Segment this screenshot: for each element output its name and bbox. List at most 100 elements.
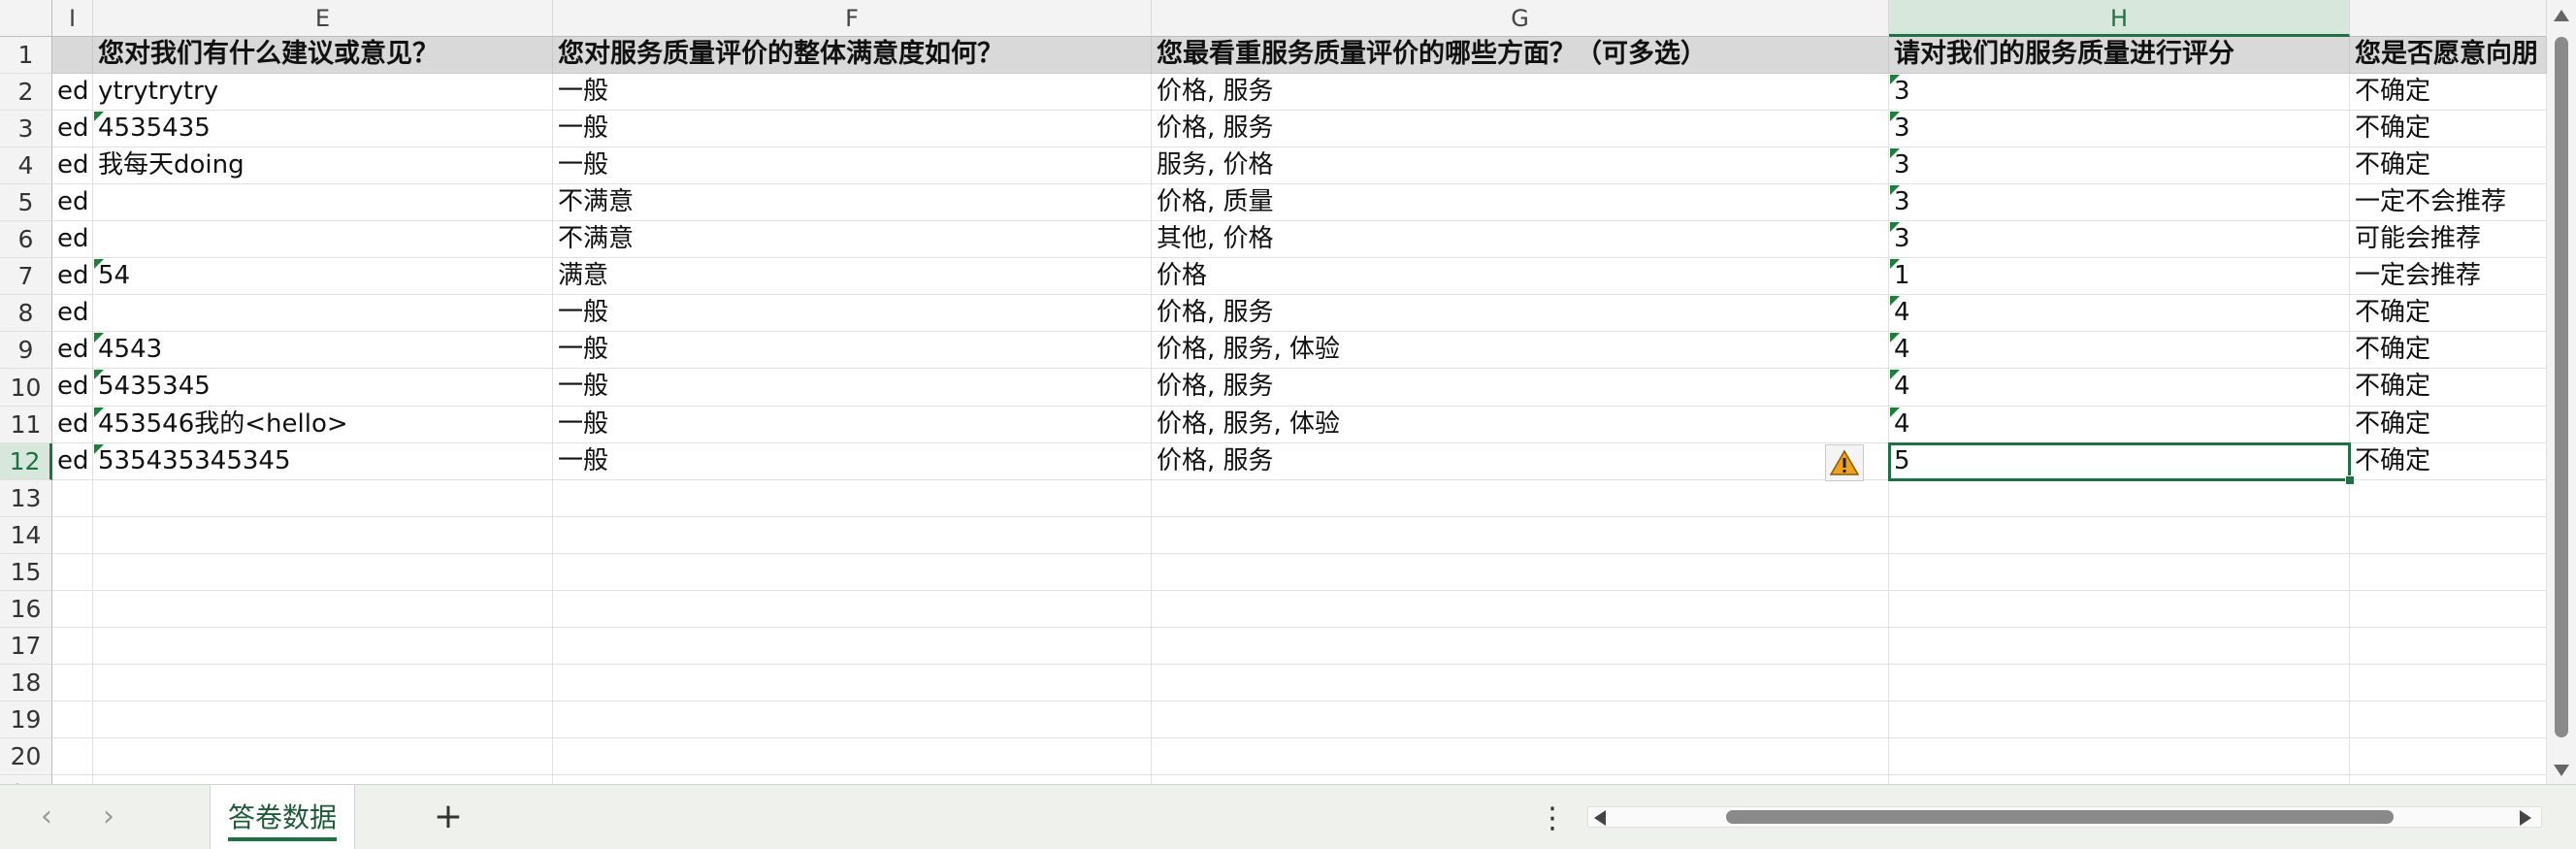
table-cell[interactable] xyxy=(1152,591,1889,628)
table-cell[interactable]: 价格 xyxy=(1152,258,1889,295)
table-cell[interactable] xyxy=(52,591,93,628)
table-cell[interactable]: 满意 xyxy=(553,258,1152,295)
table-cell[interactable]: 一定不会推荐 xyxy=(2350,184,2547,221)
table-cell[interactable]: ed xyxy=(52,258,93,295)
table-cell[interactable]: 5435345 xyxy=(93,369,553,407)
select-all-corner[interactable] xyxy=(0,0,52,37)
table-cell[interactable] xyxy=(2350,480,2547,517)
table-cell[interactable]: 不确定 xyxy=(2350,332,2547,369)
table-cell[interactable]: 453546我的<hello> xyxy=(93,407,553,443)
table-cell[interactable]: 3 xyxy=(1889,111,2350,147)
table-cell[interactable] xyxy=(93,702,553,738)
table-cell[interactable] xyxy=(2350,665,2547,702)
table-cell[interactable] xyxy=(1152,702,1889,738)
row-header[interactable]: 12 xyxy=(0,443,52,480)
column-header[interactable]: E xyxy=(93,0,553,37)
table-cell[interactable]: 我每天doing xyxy=(93,147,553,184)
table-cell[interactable] xyxy=(1152,738,1889,775)
row-header[interactable]: 4 xyxy=(0,147,52,184)
header-cell[interactable]: 您是否愿意向朋 xyxy=(2350,37,2547,74)
vertical-ellipsis-icon[interactable]: ⋮ xyxy=(1538,799,1567,837)
table-cell[interactable]: 不满意 xyxy=(553,184,1152,221)
table-cell[interactable]: ed xyxy=(52,407,93,443)
row-header[interactable]: 17 xyxy=(0,628,52,665)
table-cell[interactable]: ed xyxy=(52,74,93,111)
table-cell[interactable]: 不确定 xyxy=(2350,443,2547,480)
table-cell[interactable]: 价格, 服务 xyxy=(1152,369,1889,407)
scroll-left-icon[interactable] xyxy=(1594,810,1606,826)
table-cell[interactable]: 价格, 服务 xyxy=(1152,295,1889,332)
table-cell[interactable]: 其他, 价格 xyxy=(1152,221,1889,258)
table-cell[interactable]: ed xyxy=(52,332,93,369)
row-header[interactable]: 11 xyxy=(0,407,52,443)
table-cell[interactable] xyxy=(2350,554,2547,591)
row-header[interactable]: 9 xyxy=(0,332,52,369)
table-cell[interactable]: 54 xyxy=(93,258,553,295)
table-cell[interactable] xyxy=(1152,554,1889,591)
table-cell[interactable] xyxy=(1889,517,2350,554)
table-cell[interactable]: 一般 xyxy=(553,332,1152,369)
sheet-tab[interactable]: 答卷数据 xyxy=(210,785,355,849)
table-cell[interactable] xyxy=(553,738,1152,775)
header-cell[interactable]: 您对我们有什么建议或意见？ xyxy=(93,37,553,74)
plus-icon[interactable]: + xyxy=(427,795,470,837)
table-cell[interactable] xyxy=(1152,517,1889,554)
table-cell[interactable] xyxy=(553,517,1152,554)
header-cell[interactable]: 请对我们的服务质量进行评分 xyxy=(1889,37,2350,74)
row-header[interactable]: 14 xyxy=(0,517,52,554)
table-cell[interactable]: 一般 xyxy=(553,74,1152,111)
table-cell[interactable] xyxy=(93,517,553,554)
header-cell[interactable] xyxy=(52,37,93,74)
table-cell[interactable]: 价格, 服务 xyxy=(1152,443,1889,480)
table-cell[interactable] xyxy=(93,591,553,628)
row-header[interactable]: 10 xyxy=(0,369,52,407)
table-cell[interactable] xyxy=(553,591,1152,628)
table-cell[interactable]: 价格, 质量 xyxy=(1152,184,1889,221)
table-cell[interactable] xyxy=(2350,702,2547,738)
table-cell[interactable]: 不确定 xyxy=(2350,369,2547,407)
table-cell[interactable]: 服务, 价格 xyxy=(1152,147,1889,184)
table-cell[interactable]: 4543 xyxy=(93,332,553,369)
table-cell[interactable]: 3 xyxy=(1889,74,2350,111)
row-header[interactable]: 18 xyxy=(0,665,52,702)
table-cell[interactable] xyxy=(93,738,553,775)
table-cell[interactable] xyxy=(52,628,93,665)
table-cell[interactable] xyxy=(52,702,93,738)
table-cell[interactable] xyxy=(1889,665,2350,702)
table-cell[interactable] xyxy=(1889,591,2350,628)
table-cell[interactable]: 535435345345 xyxy=(93,443,553,480)
table-cell[interactable]: 4535435 xyxy=(93,111,553,147)
table-cell[interactable]: 4 xyxy=(1889,369,2350,407)
table-cell[interactable] xyxy=(1889,738,2350,775)
table-cell[interactable] xyxy=(93,295,553,332)
row-header[interactable]: 20 xyxy=(0,738,52,775)
column-header[interactable]: F xyxy=(553,0,1152,37)
row-header[interactable]: 13 xyxy=(0,480,52,517)
row-header[interactable]: 15 xyxy=(0,554,52,591)
table-cell[interactable]: 一般 xyxy=(553,295,1152,332)
table-cell[interactable]: 一般 xyxy=(553,407,1152,443)
table-cell[interactable]: 价格, 服务 xyxy=(1152,74,1889,111)
table-cell[interactable]: 一般 xyxy=(553,111,1152,147)
column-header[interactable]: G xyxy=(1152,0,1889,37)
table-cell[interactable]: ytrytrytry xyxy=(93,74,553,111)
column-header[interactable]: I xyxy=(52,0,93,37)
column-header[interactable] xyxy=(2350,0,2547,37)
row-header[interactable]: 5 xyxy=(0,184,52,221)
table-cell[interactable]: 4 xyxy=(1889,295,2350,332)
table-cell[interactable] xyxy=(2350,591,2547,628)
table-cell[interactable] xyxy=(52,517,93,554)
table-cell[interactable]: 3 xyxy=(1889,221,2350,258)
table-cell[interactable]: 一般 xyxy=(553,147,1152,184)
column-header[interactable]: H xyxy=(1889,0,2350,37)
table-cell[interactable] xyxy=(52,554,93,591)
table-cell[interactable]: 3 xyxy=(1889,184,2350,221)
row-header[interactable]: 16 xyxy=(0,591,52,628)
table-cell[interactable] xyxy=(2350,628,2547,665)
header-cell[interactable]: 您对服务质量评价的整体满意度如何？ xyxy=(553,37,1152,74)
table-cell[interactable]: 可能会推荐 xyxy=(2350,221,2547,258)
table-cell[interactable]: 5 xyxy=(1889,443,2350,480)
table-cell[interactable]: 一般 xyxy=(553,369,1152,407)
horizontal-scrollbar[interactable] xyxy=(1587,806,2542,828)
table-cell[interactable] xyxy=(553,480,1152,517)
